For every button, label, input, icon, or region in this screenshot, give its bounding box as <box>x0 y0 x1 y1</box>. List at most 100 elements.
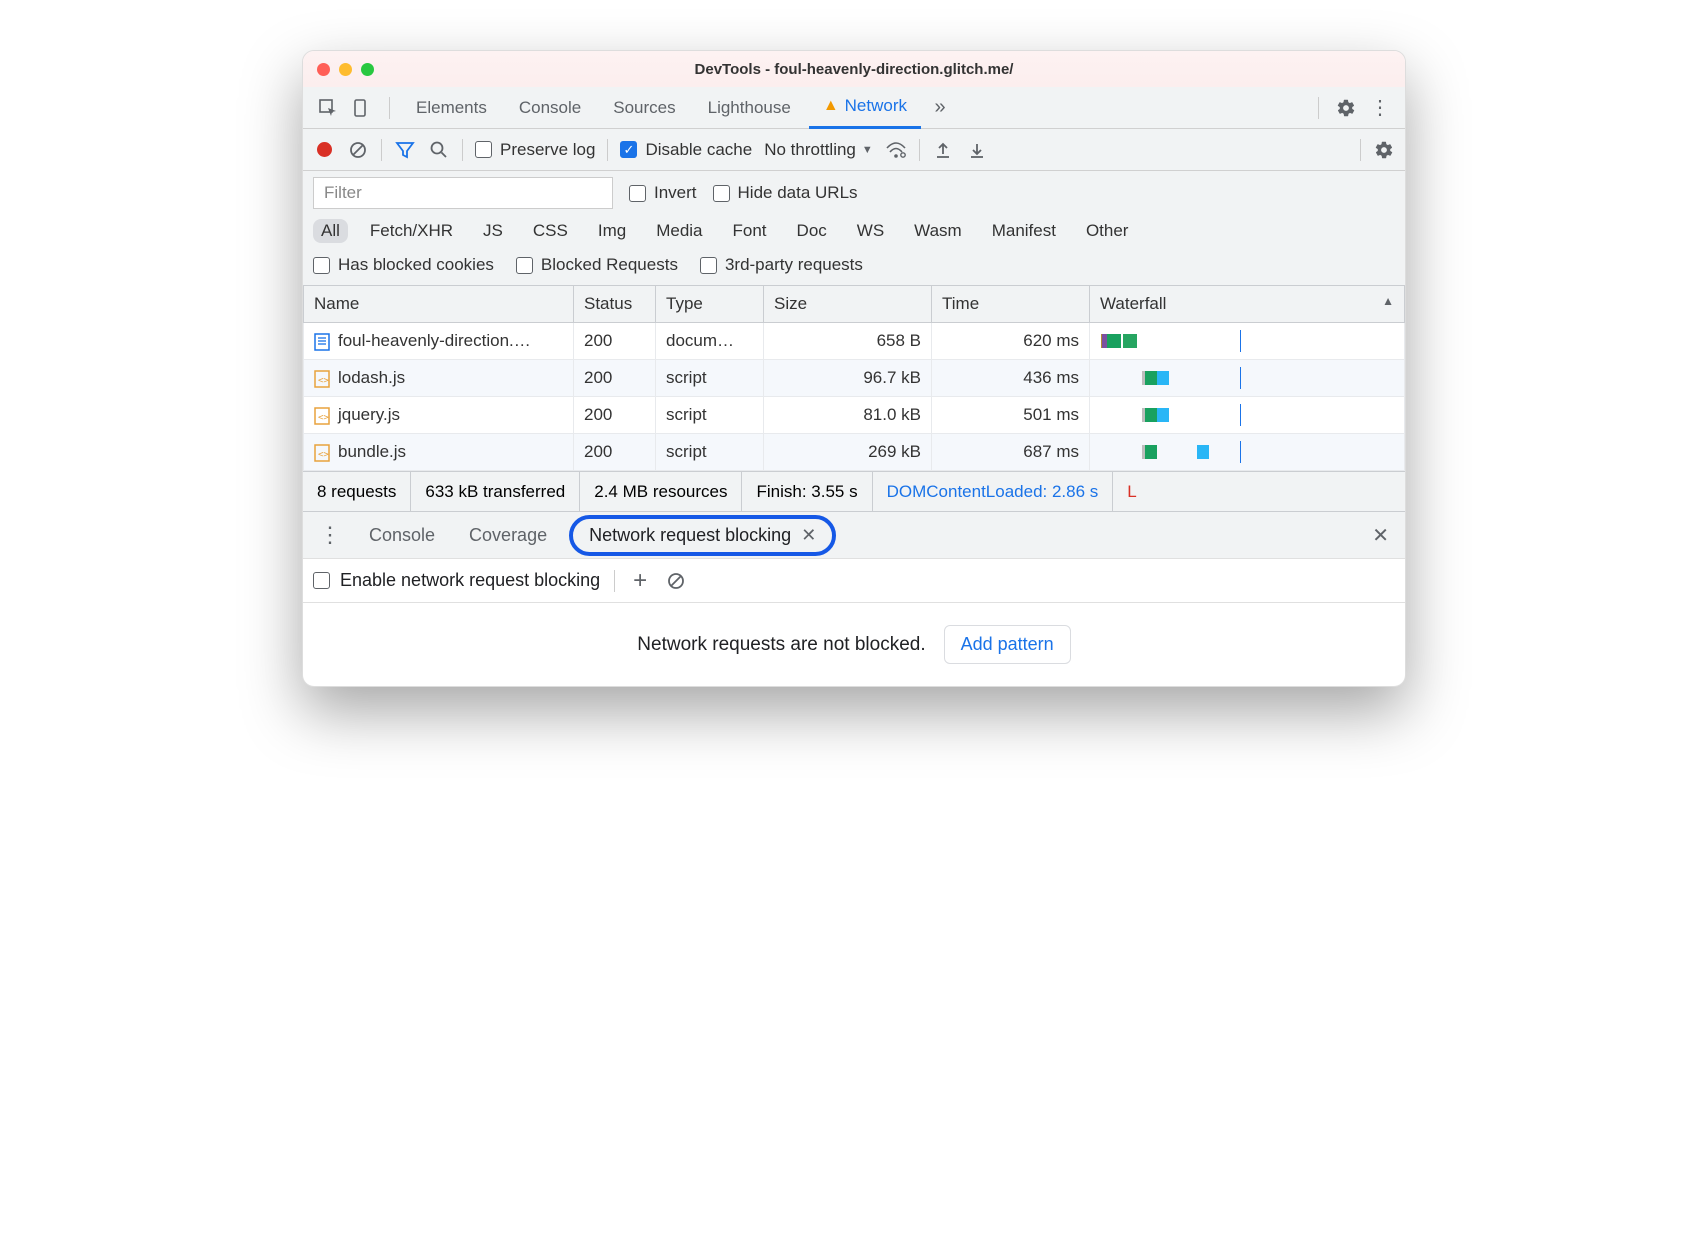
tab-lighthouse[interactable]: Lighthouse <box>694 87 805 129</box>
cell-name: <>jquery.js <box>304 397 574 434</box>
cell-time: 620 ms <box>932 323 1090 360</box>
cell-type: docum… <box>656 323 764 360</box>
third-party-checkbox[interactable]: 3rd-party requests <box>700 255 863 275</box>
network-table: Name Status Type Size Time Waterfall▲ fo… <box>303 286 1405 471</box>
col-name[interactable]: Name <box>304 286 574 323</box>
table-row[interactable]: <>jquery.js 200 script 81.0 kB 501 ms <box>304 397 1405 434</box>
drawer-tabs: ⋮ Console Coverage Network request block… <box>303 511 1405 559</box>
cell-waterfall <box>1090 360 1405 397</box>
disable-cache-checkbox[interactable]: ✓Disable cache <box>620 140 752 160</box>
table-row[interactable]: <>lodash.js 200 script 96.7 kB 436 ms <box>304 360 1405 397</box>
cell-size: 658 B <box>764 323 932 360</box>
inspect-element-icon[interactable] <box>313 93 343 123</box>
hide-data-urls-checkbox[interactable]: Hide data URLs <box>713 183 858 203</box>
cell-size: 269 kB <box>764 434 932 471</box>
filter-type-media[interactable]: Media <box>648 219 710 243</box>
filter-type-doc[interactable]: Doc <box>789 219 835 243</box>
clear-patterns-icon[interactable] <box>665 570 687 592</box>
network-settings-icon[interactable] <box>1373 139 1395 161</box>
filter-type-manifest[interactable]: Manifest <box>984 219 1064 243</box>
tab-elements[interactable]: Elements <box>402 87 501 129</box>
col-waterfall[interactable]: Waterfall▲ <box>1090 286 1405 323</box>
search-icon[interactable] <box>428 139 450 161</box>
filter-type-img[interactable]: Img <box>590 219 634 243</box>
filter-type-ws[interactable]: WS <box>849 219 892 243</box>
summary-requests: 8 requests <box>303 472 411 511</box>
cell-status: 200 <box>574 397 656 434</box>
col-time[interactable]: Time <box>932 286 1090 323</box>
enable-blocking-checkbox[interactable]: Enable network request blocking <box>313 570 600 591</box>
close-drawer-icon[interactable]: ✕ <box>1366 523 1395 548</box>
cell-size: 96.7 kB <box>764 360 932 397</box>
warning-icon: ▲ <box>823 97 839 115</box>
filter-type-js[interactable]: JS <box>475 219 511 243</box>
filter-row: Invert Hide data URLs <box>303 171 1405 213</box>
clear-icon[interactable] <box>347 139 369 161</box>
add-pattern-button[interactable]: Add pattern <box>944 625 1071 664</box>
drawer-kebab-icon[interactable]: ⋮ <box>313 522 347 548</box>
settings-icon[interactable] <box>1331 93 1361 123</box>
blocked-requests-checkbox[interactable]: Blocked Requests <box>516 255 678 275</box>
filter-type-wasm[interactable]: Wasm <box>906 219 970 243</box>
cell-name: <>lodash.js <box>304 360 574 397</box>
filter-icon[interactable] <box>394 139 416 161</box>
chevron-down-icon: ▼ <box>862 144 873 156</box>
table-row[interactable]: foul-heavenly-direction.… 200 docum… 658… <box>304 323 1405 360</box>
cell-size: 81.0 kB <box>764 397 932 434</box>
summary-dcl: DOMContentLoaded: 2.86 s <box>873 472 1114 511</box>
download-har-icon[interactable] <box>966 139 988 161</box>
summary-resources: 2.4 MB resources <box>580 472 742 511</box>
record-button[interactable] <box>313 139 335 161</box>
drawer-tab-network-request-blocking[interactable]: Network request blocking ✕ <box>569 515 836 556</box>
summary-finish: Finish: 3.55 s <box>742 472 872 511</box>
upload-har-icon[interactable] <box>932 139 954 161</box>
cell-type: script <box>656 434 764 471</box>
table-row[interactable]: <>bundle.js 200 script 269 kB 687 ms <box>304 434 1405 471</box>
cell-status: 200 <box>574 360 656 397</box>
invert-checkbox[interactable]: Invert <box>629 183 697 203</box>
tab-network-label: Network <box>845 96 907 116</box>
filter-type-other[interactable]: Other <box>1078 219 1137 243</box>
cell-type: script <box>656 360 764 397</box>
device-toolbar-icon[interactable] <box>347 93 377 123</box>
add-pattern-icon[interactable]: + <box>629 570 651 592</box>
drawer-tab-console[interactable]: Console <box>357 521 447 550</box>
col-status[interactable]: Status <box>574 286 656 323</box>
cell-time: 436 ms <box>932 360 1090 397</box>
filter-type-font[interactable]: Font <box>725 219 775 243</box>
network-toolbar: Preserve log ✓Disable cache No throttlin… <box>303 129 1405 171</box>
cell-waterfall <box>1090 434 1405 471</box>
filter-type-fetch[interactable]: Fetch/XHR <box>362 219 461 243</box>
blocking-empty-state: Network requests are not blocked. Add pa… <box>303 603 1405 686</box>
throttling-dropdown[interactable]: No throttling ▼ <box>764 140 873 160</box>
network-conditions-icon[interactable] <box>885 139 907 161</box>
main-tabs: Elements Console Sources Lighthouse ▲ Ne… <box>303 87 1405 129</box>
divider <box>389 97 390 119</box>
svg-text:<>: <> <box>318 413 329 423</box>
blocking-empty-message: Network requests are not blocked. <box>637 634 925 656</box>
cell-status: 200 <box>574 434 656 471</box>
tab-sources[interactable]: Sources <box>599 87 689 129</box>
tab-console[interactable]: Console <box>505 87 595 129</box>
summary-bar: 8 requests 633 kB transferred 2.4 MB res… <box>303 471 1405 511</box>
cell-waterfall <box>1090 397 1405 434</box>
close-tab-icon[interactable]: ✕ <box>801 525 816 546</box>
cell-name: foul-heavenly-direction.… <box>304 323 574 360</box>
filter-input[interactable] <box>313 177 613 209</box>
drawer-tab-coverage[interactable]: Coverage <box>457 521 559 550</box>
has-blocked-cookies-checkbox[interactable]: Has blocked cookies <box>313 255 494 275</box>
cell-time: 687 ms <box>932 434 1090 471</box>
col-type[interactable]: Type <box>656 286 764 323</box>
sort-asc-icon: ▲ <box>1382 294 1394 308</box>
preserve-log-checkbox[interactable]: Preserve log <box>475 140 595 160</box>
col-size[interactable]: Size <box>764 286 932 323</box>
tab-network[interactable]: ▲ Network <box>809 87 921 129</box>
kebab-menu-icon[interactable]: ⋮ <box>1365 93 1395 123</box>
filter-type-all[interactable]: All <box>313 219 348 243</box>
cell-waterfall <box>1090 323 1405 360</box>
script-icon: <> <box>314 370 330 388</box>
filter-type-css[interactable]: CSS <box>525 219 576 243</box>
document-icon <box>314 333 330 351</box>
more-tabs-icon[interactable]: » <box>925 93 955 123</box>
svg-text:<>: <> <box>318 376 329 386</box>
